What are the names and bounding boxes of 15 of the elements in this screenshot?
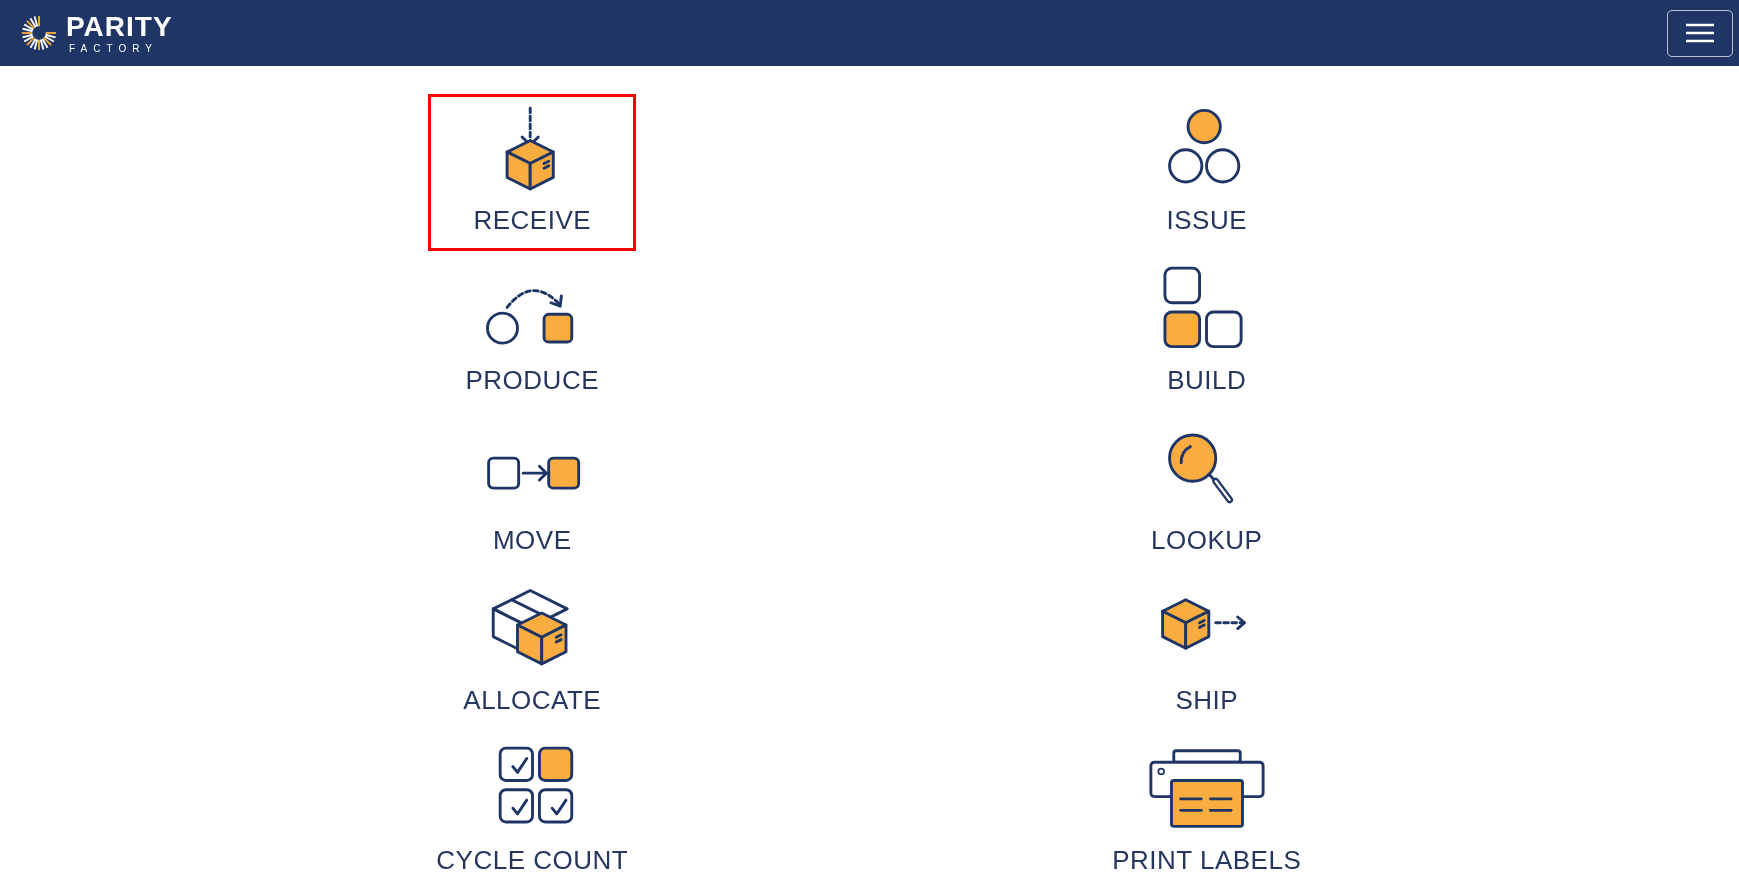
menu-tile[interactable]: PRINT LABELS <box>1102 734 1311 873</box>
menu-tile[interactable]: BUILD <box>1102 254 1311 411</box>
logo-icon <box>20 14 58 52</box>
menu-tile[interactable]: MOVE <box>428 414 637 571</box>
menu-tile[interactable]: SHIP <box>1102 574 1311 731</box>
menu-tile[interactable]: ISSUE <box>1102 94 1311 251</box>
menu-tile[interactable]: RECEIVE <box>428 94 637 251</box>
logo-subtitle: FACTORY <box>68 43 159 54</box>
menu-icon <box>1685 22 1715 44</box>
menu-tile[interactable]: PRODUCE <box>428 254 637 411</box>
menu-button[interactable] <box>1667 9 1733 57</box>
menu-tile[interactable]: ALLOCATE <box>428 574 637 731</box>
menu-tile[interactable]: LOOKUP <box>1102 414 1311 571</box>
menu-tile[interactable]: CYCLE COUNT <box>428 734 637 873</box>
logo-title: PARITY <box>66 12 173 41</box>
